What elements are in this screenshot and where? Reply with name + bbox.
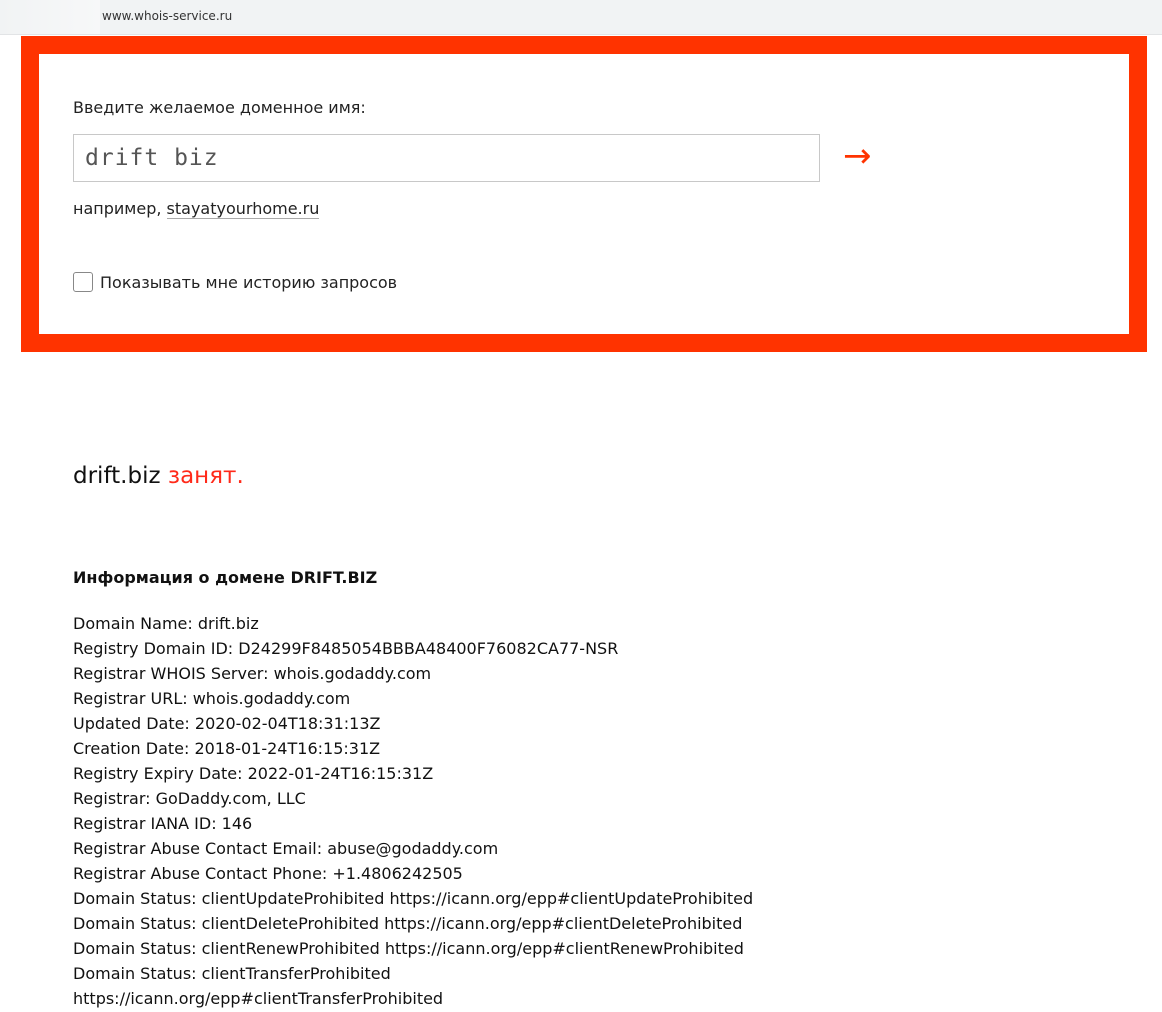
whois-info-heading: Информация о домене DRIFT.BIZ xyxy=(73,568,378,587)
domain-search-input[interactable] xyxy=(73,134,820,182)
whois-record-line: Registrar Abuse Contact Phone: +1.480624… xyxy=(73,864,463,883)
whois-record-line: Registrar: GoDaddy.com, LLC xyxy=(73,789,306,808)
history-toggle-row[interactable]: Показывать мне историю запросов xyxy=(73,272,397,292)
whois-record-line: Domain Status: clientRenewProhibited htt… xyxy=(73,939,744,958)
result-status-taken: занят. xyxy=(167,463,244,489)
whois-record-line: Registrar WHOIS Server: whois.godaddy.co… xyxy=(73,664,432,683)
whois-record-line: Registry Expiry Date: 2022-01-24T16:15:3… xyxy=(73,764,434,783)
url-text[interactable]: www.whois-service.ru xyxy=(102,9,232,23)
address-bar-fade xyxy=(0,0,100,34)
whois-record-line: Registrar URL: whois.godaddy.com xyxy=(73,689,351,708)
whois-record-line: https://icann.org/epp#clientTransferProh… xyxy=(73,989,444,1008)
whois-record-line: Creation Date: 2018-01-24T16:15:31Z xyxy=(73,739,381,758)
domain-input-label: Введите желаемое доменное имя: xyxy=(73,98,366,117)
browser-address-bar[interactable]: www.whois-service.ru xyxy=(0,0,1162,35)
example-prefix: например, xyxy=(73,199,167,218)
result-domain: drift.biz xyxy=(73,463,161,489)
example-hint: например, stayatyourhome.ru xyxy=(73,199,320,219)
domain-search-panel: Введите желаемое доменное имя: → наприме… xyxy=(21,36,1147,352)
example-domain-link[interactable]: stayatyourhome.ru xyxy=(166,199,320,219)
history-checkbox-label[interactable]: Показывать мне историю запросов xyxy=(100,273,397,292)
domain-availability-result: drift.biz занят. xyxy=(73,463,244,489)
whois-record-line: Domain Status: clientTransferProhibited xyxy=(73,964,391,983)
submit-arrow-icon[interactable]: → xyxy=(843,136,872,176)
whois-record-line: Updated Date: 2020-02-04T18:31:13Z xyxy=(73,714,381,733)
history-checkbox[interactable] xyxy=(73,272,93,292)
whois-record-line: Domain Status: clientUpdateProhibited ht… xyxy=(73,889,754,908)
whois-record-line: Registrar IANA ID: 146 xyxy=(73,814,253,833)
whois-record-line: Domain Name: drift.biz xyxy=(73,614,259,633)
whois-record-line: Registrar Abuse Contact Email: abuse@god… xyxy=(73,839,499,858)
whois-record-list: Domain Name: drift.biz Registry Domain ID… xyxy=(73,611,753,1011)
whois-record-line: Registry Domain ID: D24299F8485054BBBA48… xyxy=(73,639,619,658)
whois-record-line: Domain Status: clientDeleteProhibited ht… xyxy=(73,914,743,933)
